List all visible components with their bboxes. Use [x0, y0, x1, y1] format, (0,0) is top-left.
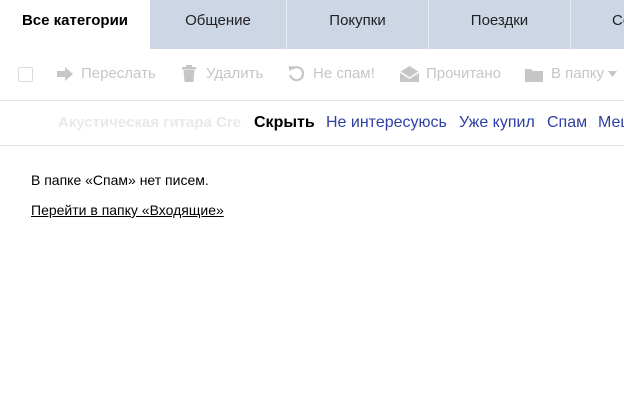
- spam-link[interactable]: Спам: [547, 101, 587, 145]
- delete-button[interactable]: Удалить: [182, 49, 272, 99]
- folder-icon: [525, 69, 543, 82]
- tab-purchases[interactable]: Покупки: [287, 0, 429, 49]
- annoying-link[interactable]: Мешает: [598, 101, 624, 145]
- not-spam-label: Не спам!: [313, 65, 375, 82]
- tab-trips[interactable]: Поездки: [429, 0, 571, 49]
- empty-folder-message: В папке «Спам» нет писем.: [31, 172, 209, 188]
- category-tabs: Все категории Общение Покупки Поездки Со…: [0, 0, 624, 49]
- mark-read-label: Прочитано: [426, 65, 501, 82]
- go-to-inbox-link[interactable]: Перейти в папку «Входящие»: [31, 202, 224, 218]
- suggestion-bar: Акустическая гитара Cre Скрыть Не интере…: [0, 100, 624, 146]
- caret-down-icon: [608, 71, 617, 77]
- not-spam-button[interactable]: Не спам!: [288, 49, 383, 99]
- tab-communication[interactable]: Общение: [150, 0, 287, 49]
- move-to-folder-button[interactable]: В папку: [525, 49, 624, 99]
- faded-message-subject: Акустическая гитара Cre: [58, 114, 242, 131]
- undo-icon: [288, 66, 305, 82]
- already-bought-link[interactable]: Уже купил: [459, 101, 535, 145]
- select-all-checkbox[interactable]: [18, 67, 33, 82]
- open-envelope-icon: [400, 66, 419, 82]
- message-toolbar: Переслать Удалить Не спам! Прочитано В п…: [0, 49, 624, 99]
- mark-read-button[interactable]: Прочитано: [400, 49, 510, 99]
- trash-icon: [182, 65, 196, 82]
- not-interested-link[interactable]: Не интересуюсь: [326, 101, 447, 145]
- forward-button[interactable]: Переслать: [56, 49, 166, 99]
- tab-more[interactable]: Сообщения: [571, 0, 624, 49]
- delete-label: Удалить: [206, 65, 264, 82]
- tab-all-categories[interactable]: Все категории: [0, 0, 150, 49]
- forward-label: Переслать: [81, 65, 156, 82]
- hide-button[interactable]: Скрыть: [254, 101, 319, 145]
- forward-arrow-icon: [57, 67, 73, 81]
- move-to-folder-label: В папку: [551, 65, 604, 82]
